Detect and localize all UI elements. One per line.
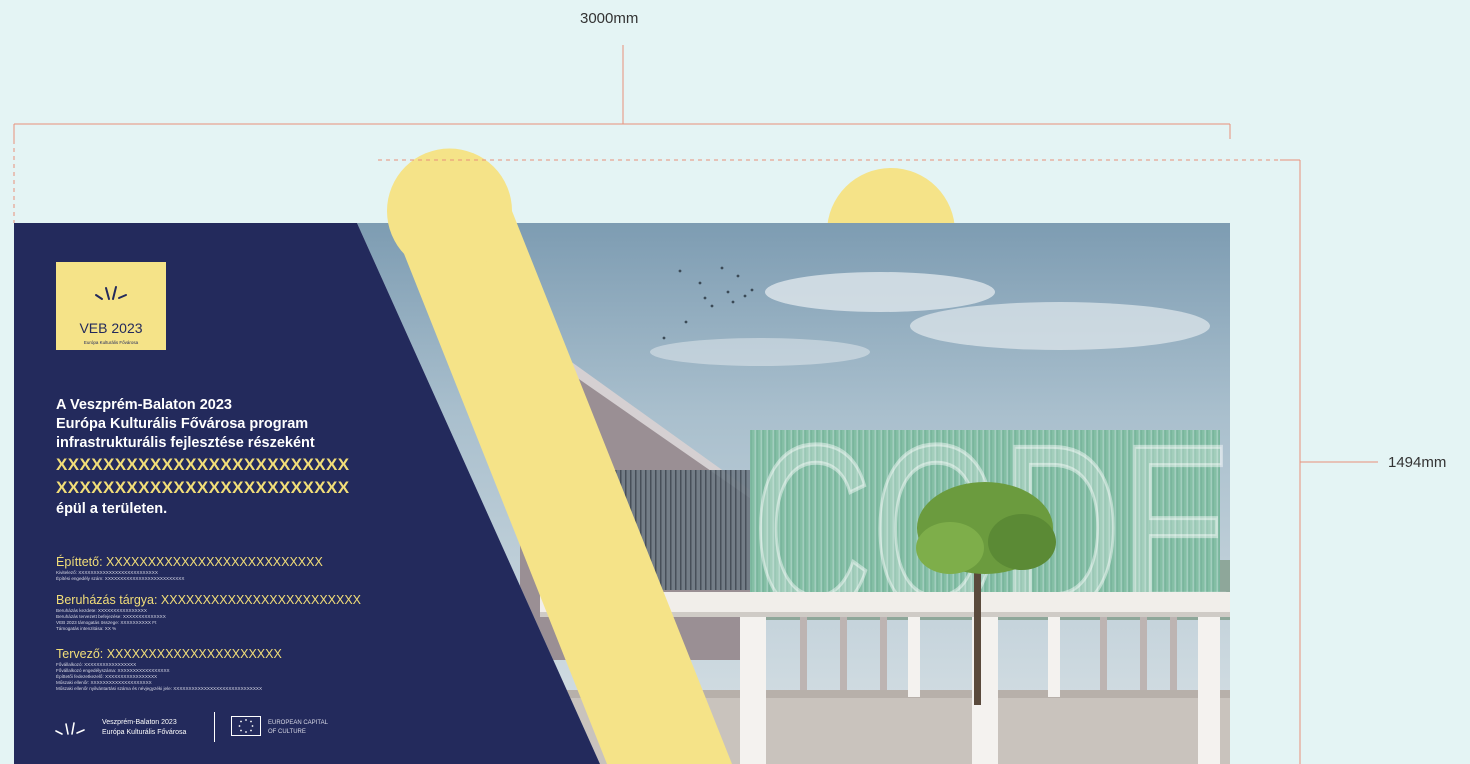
render-tree-crown: [916, 522, 984, 574]
section-designer: Tervező: XXXXXXXXXXXXXXXXXXXXX Fővállalk…: [56, 647, 416, 692]
veb-logo: VEB 2023 Európa Kulturális Fővárosa: [56, 262, 166, 350]
intro-line: A Veszprém-Balaton 2023: [56, 397, 232, 413]
section-line: Építési engedély szám: XXXXXXXXXXXXXXXXX…: [56, 576, 185, 581]
intro-line: Európa Kulturális Fővárosa program: [56, 416, 309, 432]
section-title: Építtető: XXXXXXXXXXXXXXXXXXXXXXXXXX: [56, 555, 323, 569]
logo-subtitle: Európa Kulturális Fővárosa: [83, 340, 139, 345]
section-title: Beruházás tárgya: XXXXXXXXXXXXXXXXXXXXXX…: [56, 593, 362, 607]
section-builder: Építtető: XXXXXXXXXXXXXXXXXXXXXXXXXX Kiv…: [56, 555, 416, 582]
veb-sunburst-icon: [95, 286, 127, 300]
section-subject: Beruházás tárgya: XXXXXXXXXXXXXXXXXXXXXX…: [56, 593, 416, 632]
section-line: Műszaki ellenőr nyilvántartási száma és …: [56, 686, 263, 691]
intro-line: infrastrukturális fejlesztése részeként: [56, 435, 315, 451]
intro-placeholder: XXXXXXXXXXXXXXXXXXXXXXXXX: [56, 478, 350, 497]
footer-divider: [214, 712, 215, 742]
render-cloud: [765, 272, 995, 312]
section-title: Tervező: XXXXXXXXXXXXXXXXXXXXX: [56, 647, 282, 661]
billboard-diagram: CODE: [0, 0, 1470, 764]
width-dimension-label: 3000mm: [580, 10, 639, 27]
render-cloud: [650, 338, 870, 366]
footer-ecoc-line: OF CULTURE: [268, 729, 306, 735]
veb-sunburst-icon: [55, 722, 85, 735]
render-cloud: [910, 302, 1210, 350]
render-tree-trunk: [974, 570, 981, 705]
section-line: Támogatás intenzitása: XX %: [56, 626, 117, 631]
intro-placeholder: XXXXXXXXXXXXXXXXXXXXXXXXX: [56, 455, 350, 474]
footer-veb-line: Veszprém-Balaton 2023: [102, 719, 177, 726]
footer-veb-line: Európa Kulturális Fővárosa: [102, 729, 187, 736]
height-dimension-label: 1494mm: [1388, 454, 1447, 471]
logo-title: VEB 2023: [79, 320, 143, 336]
eu-stars-flag-icon: [231, 716, 261, 736]
render-tree-crown: [988, 514, 1056, 570]
intro-closing: épül a területen.: [56, 501, 168, 517]
intro-block: A Veszprém-Balaton 2023 Európa Kulturáli…: [56, 396, 416, 519]
